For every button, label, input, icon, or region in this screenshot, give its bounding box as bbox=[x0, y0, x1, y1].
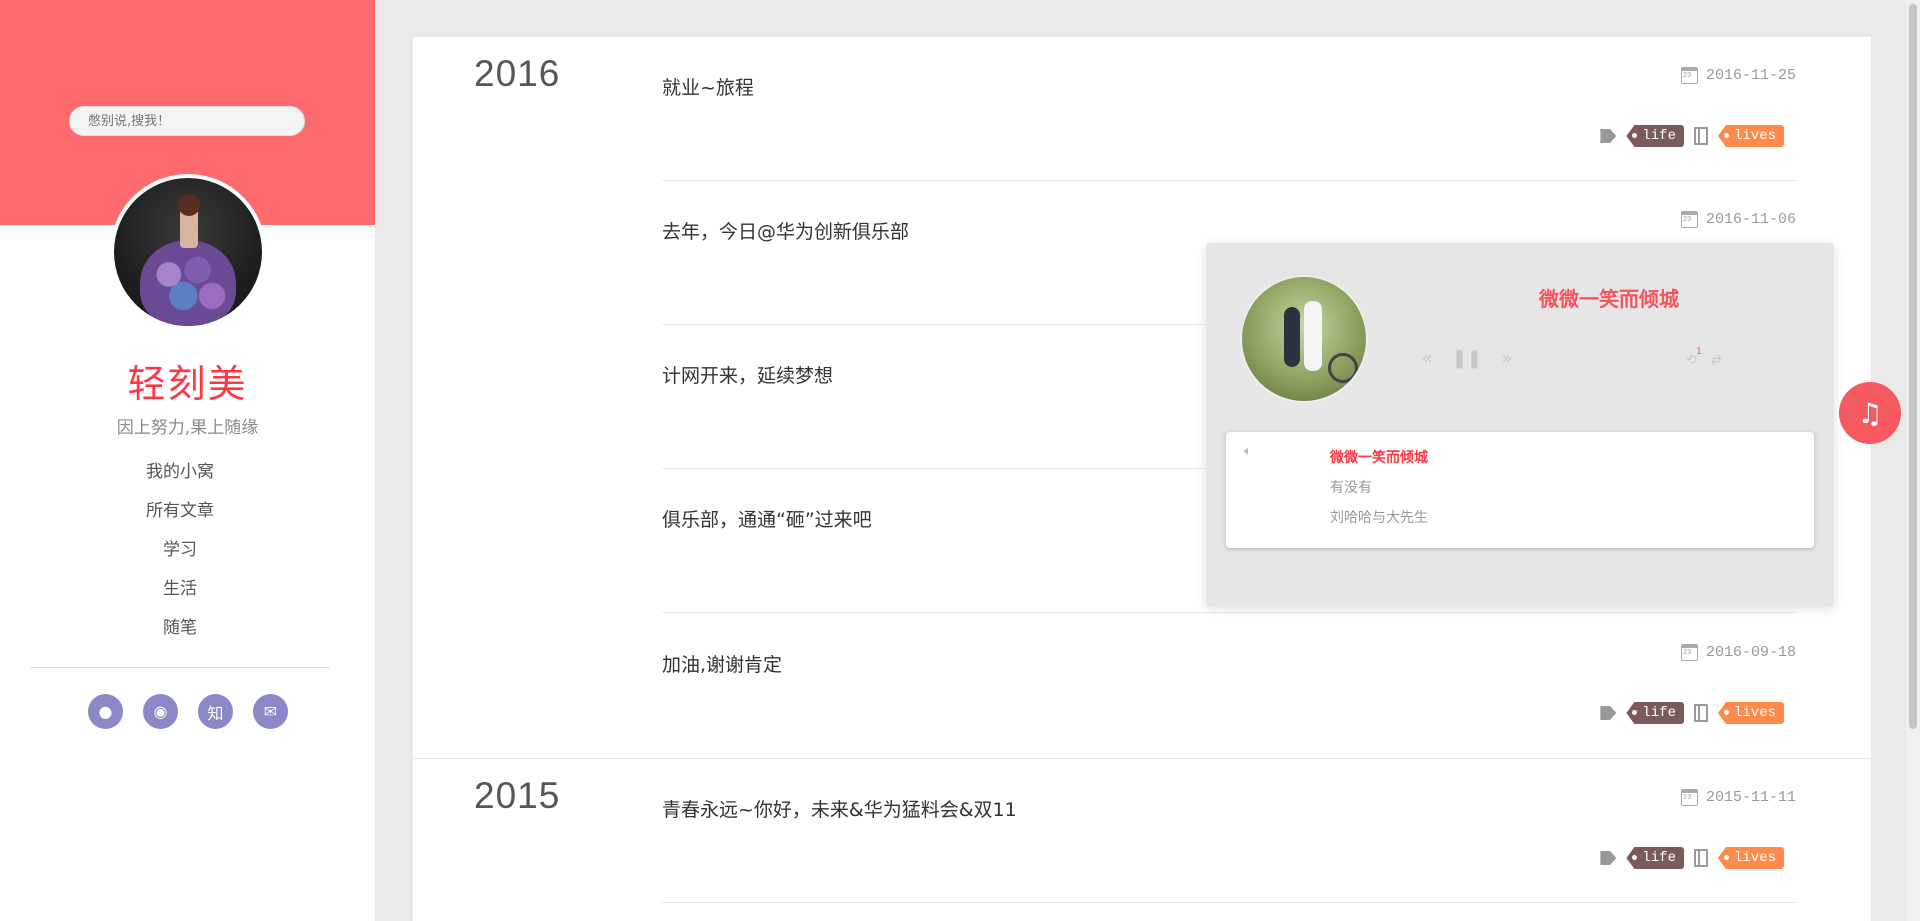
post-date: 2015-11-11 bbox=[1680, 789, 1796, 806]
search-input[interactable] bbox=[69, 106, 305, 136]
tag-badge[interactable]: life bbox=[1626, 702, 1684, 724]
previous-icon[interactable]: « bbox=[1416, 348, 1438, 369]
album-cover bbox=[1240, 275, 1368, 403]
tag-icon bbox=[1600, 851, 1617, 865]
year-heading: 2015 bbox=[474, 775, 561, 816]
tag-badge[interactable]: life bbox=[1626, 125, 1684, 147]
shuffle-icon[interactable]: ⇄ bbox=[1711, 353, 1722, 368]
playlist-artist: 刘哈哈与大先生 bbox=[1330, 510, 1428, 526]
post-item: 就业~旅程 2016-11-25 life lives bbox=[662, 37, 1796, 181]
calendar-icon bbox=[1680, 789, 1698, 806]
track-title: 微微一笑而倾城 bbox=[1539, 287, 1679, 311]
playlist: 🔈︎ 微微一笑而倾城 有没有 刘哈哈与大先生 bbox=[1226, 432, 1814, 548]
post-item: 加油,谢谢肯定 2016-09-18 life lives bbox=[662, 614, 1796, 758]
tag-icon bbox=[1600, 129, 1617, 143]
post-title[interactable]: 加油,谢谢肯定 bbox=[662, 650, 782, 677]
player-controls: « ❚❚ » bbox=[1416, 348, 1518, 369]
mail-icon[interactable]: ✉ bbox=[253, 694, 288, 729]
sidebar-divider bbox=[30, 667, 330, 668]
avatar-image bbox=[114, 178, 262, 326]
post-date: 2016-11-06 bbox=[1680, 211, 1796, 228]
zhihu-icon[interactable]: 知 bbox=[198, 694, 233, 729]
post-title[interactable]: 俱乐部，通通“砸”过来吧 bbox=[662, 505, 872, 532]
nav-item-life[interactable]: 生活 bbox=[0, 577, 360, 616]
play-modes: ⟲ 1 ⇄ bbox=[1686, 347, 1722, 368]
avatar[interactable] bbox=[110, 174, 266, 330]
category-icon bbox=[1693, 849, 1708, 867]
post-title[interactable]: 就业~旅程 bbox=[662, 73, 754, 100]
music-note-button[interactable]: ♫ bbox=[1839, 382, 1901, 444]
category-badge[interactable]: lives bbox=[1717, 125, 1784, 147]
site-motto: 因上努力,果上随缘 bbox=[116, 418, 259, 438]
nav-item-all-posts[interactable]: 所有文章 bbox=[0, 499, 360, 538]
site-name: 轻刻美 bbox=[127, 362, 248, 406]
nav-item-study[interactable]: 学习 bbox=[0, 538, 360, 577]
category-icon bbox=[1693, 704, 1708, 722]
year-heading: 2016 bbox=[474, 53, 561, 94]
loop-icon[interactable]: ⟲ 1 bbox=[1686, 347, 1702, 368]
weibo-icon[interactable]: ◉ bbox=[143, 694, 178, 729]
calendar-icon bbox=[1680, 211, 1698, 228]
category-badge[interactable]: lives bbox=[1717, 847, 1784, 869]
post-title[interactable]: 计网开来，延续梦想 bbox=[662, 361, 833, 388]
post-tags: life lives bbox=[1600, 702, 1784, 724]
post-title[interactable]: 青春永远~你好，未来&华为猛料会&双11 bbox=[662, 795, 1017, 822]
post-date: 2016-09-18 bbox=[1680, 644, 1796, 661]
post-date: 2016-11-25 bbox=[1680, 67, 1796, 84]
next-icon[interactable]: » bbox=[1496, 348, 1518, 369]
page-scrollbar[interactable] bbox=[1906, 0, 1920, 921]
music-player-panel: 微微一笑而倾城 « ❚❚ » ⟲ 1 ⇄ 🔈︎ 微微一笑而倾城 有没有 刘哈哈与大… bbox=[1206, 243, 1834, 607]
playlist-song[interactable]: 微微一笑而倾城 bbox=[1330, 447, 1428, 467]
github-icon[interactable]: ● bbox=[88, 694, 123, 729]
post-item: 青春永远~你好，未来&华为猛料会&双11 2015-11-11 life liv… bbox=[662, 759, 1796, 903]
pause-icon[interactable]: ❚❚ bbox=[1452, 348, 1482, 369]
sidebar: 轻刻美 因上努力,果上随缘 我的小窝 所有文章 学习 生活 随笔 ● ◉ 知 ✉ bbox=[0, 0, 375, 921]
post-tags: life lives bbox=[1600, 125, 1784, 147]
tag-icon bbox=[1600, 706, 1617, 720]
playlist-lyric: 有没有 bbox=[1330, 480, 1372, 496]
sidebar-nav: 我的小窝 所有文章 学习 生活 随笔 bbox=[0, 460, 360, 655]
calendar-icon bbox=[1680, 67, 1698, 84]
category-icon bbox=[1693, 127, 1708, 145]
nav-item-notes[interactable]: 随笔 bbox=[0, 616, 360, 655]
post-title[interactable]: 去年，今日@华为创新俱乐部 bbox=[662, 217, 909, 244]
social-links: ● ◉ 知 ✉ bbox=[88, 694, 288, 729]
calendar-icon bbox=[1680, 644, 1698, 661]
post-tags: life lives bbox=[1600, 847, 1784, 869]
scrollbar-thumb[interactable] bbox=[1909, 4, 1917, 729]
tag-badge[interactable]: life bbox=[1626, 847, 1684, 869]
speaker-icon: 🔈︎ bbox=[1244, 444, 1252, 459]
nav-item-home[interactable]: 我的小窝 bbox=[0, 460, 360, 499]
category-badge[interactable]: lives bbox=[1717, 702, 1784, 724]
